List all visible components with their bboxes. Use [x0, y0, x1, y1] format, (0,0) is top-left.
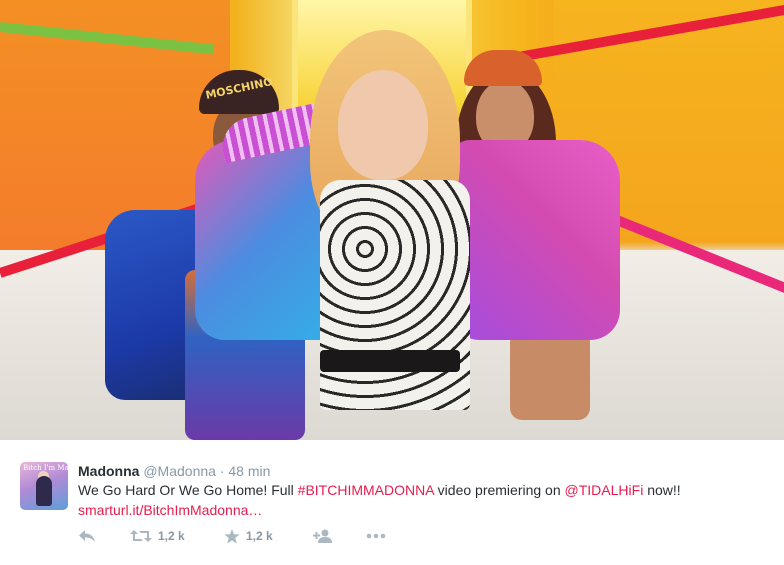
tweet-actions: 1,2 k 1,2 k	[78, 526, 418, 546]
tweet-text-part2: video premiering on	[433, 482, 565, 498]
retweet-count: 1,2 k	[158, 529, 185, 543]
author-name[interactable]: Madonna	[78, 463, 139, 479]
add-user-icon	[313, 529, 332, 543]
more-icon	[366, 533, 386, 539]
separator-dot: ·	[219, 463, 225, 479]
reply-button[interactable]	[78, 526, 96, 546]
tweet-text: We Go Hard Or We Go Home! Full #BITCHIMM…	[78, 480, 768, 520]
tweet-text-part1: We Go Hard Or We Go Home! Full	[78, 482, 298, 498]
url-link[interactable]: smarturl.it/BitchImMadonna…	[78, 502, 262, 518]
retweet-button[interactable]: 1,2 k	[130, 526, 185, 546]
retweet-icon	[130, 530, 152, 542]
avatar-figure	[36, 476, 52, 506]
photo-center-figure	[180, 30, 620, 440]
like-button[interactable]: 1,2 k	[224, 526, 273, 546]
tweet-header: Madonna @Madonna · 48 min	[78, 462, 270, 480]
tweet-text-part3: now!!	[643, 482, 681, 498]
author-handle[interactable]: @Madonna	[143, 463, 216, 479]
tweet: Bitch I'm Madonna Madonna @Madonna · 48 …	[0, 440, 784, 565]
more-button[interactable]	[366, 526, 386, 546]
tweet-photo[interactable]: MOSCHINO	[0, 0, 784, 440]
like-count: 1,2 k	[246, 529, 273, 543]
hashtag-link[interactable]: #BITCHIMMADONNA	[298, 482, 434, 498]
tweet-timestamp[interactable]: 48 min	[228, 463, 270, 479]
reply-icon	[79, 530, 95, 542]
mention-link[interactable]: @TIDALHiFi	[565, 482, 644, 498]
avatar[interactable]: Bitch I'm Madonna	[20, 462, 68, 510]
star-icon	[224, 528, 240, 543]
follow-button[interactable]	[313, 526, 333, 546]
